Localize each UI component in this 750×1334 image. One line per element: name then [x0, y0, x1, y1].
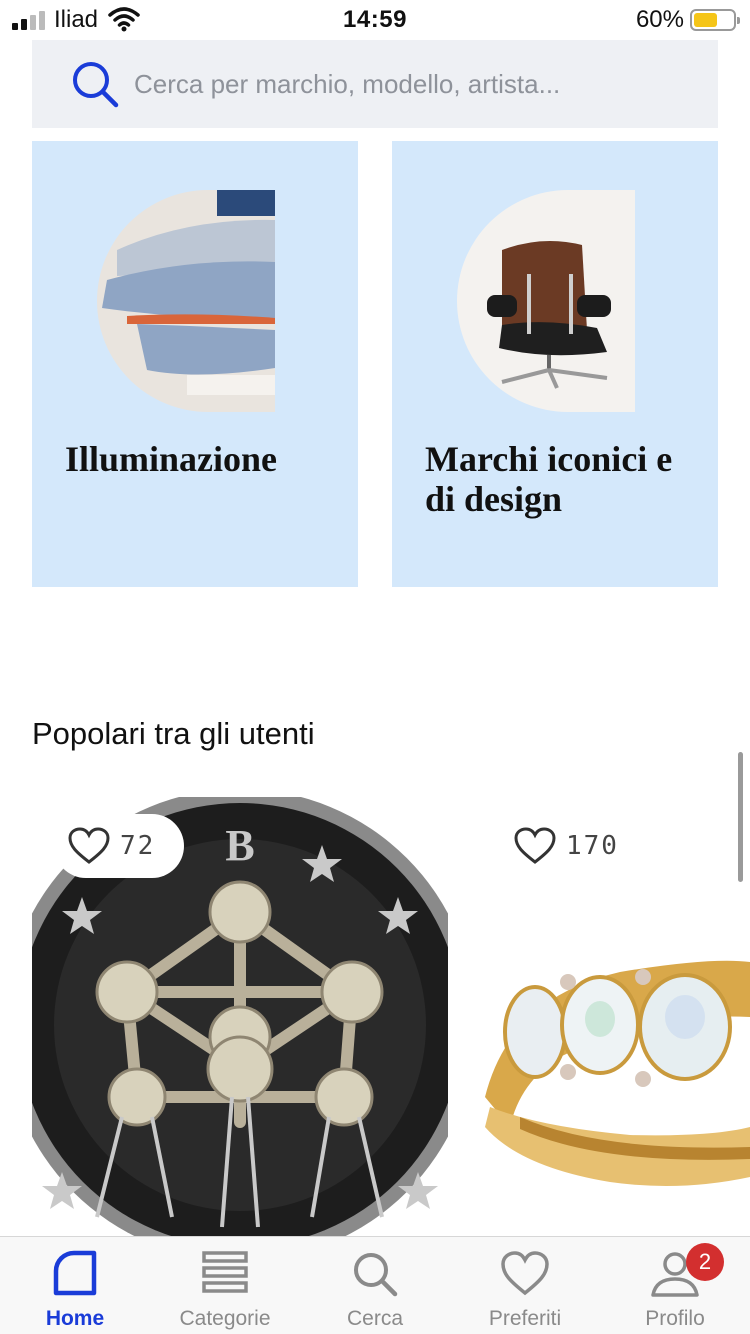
- like-button[interactable]: 72: [54, 814, 184, 878]
- status-bar: Iliad 14:59 60%: [0, 0, 750, 40]
- battery-percentage: 60%: [635, 6, 684, 33]
- category-title: Illuminazione: [65, 439, 278, 479]
- category-card-marchi-iconici[interactable]: Marchi iconici e di design: [392, 141, 718, 587]
- like-count: 72: [120, 831, 156, 861]
- scroll-indicator[interactable]: [738, 752, 743, 882]
- search-input[interactable]: Cerca per marchio, modello, artista...: [134, 69, 560, 100]
- search-icon: [354, 1253, 398, 1297]
- heart-icon: [501, 1251, 549, 1296]
- tab-label: Home: [45, 1307, 105, 1330]
- tab-home[interactable]: Home: [0, 1237, 150, 1334]
- tab-label: Profilo: [645, 1307, 705, 1330]
- svg-text:B: B: [225, 821, 254, 870]
- category-card-illuminazione[interactable]: Illuminazione: [32, 141, 358, 587]
- heart-icon: [514, 827, 556, 864]
- like-button[interactable]: 170: [502, 814, 642, 878]
- tab-label: Preferiti: [488, 1307, 562, 1330]
- tab-bar: Home Categorie Cerca Preferiti Profilo 2: [0, 1236, 750, 1334]
- home-icon: [53, 1250, 97, 1296]
- battery-icon: [690, 9, 740, 31]
- lounge-chair-image: [457, 190, 635, 412]
- tab-cerca[interactable]: Cerca: [300, 1237, 450, 1334]
- search-icon: [73, 62, 119, 108]
- battery-level: [694, 13, 717, 27]
- tab-profilo[interactable]: Profilo 2: [600, 1237, 750, 1334]
- categories-icon: [202, 1251, 248, 1293]
- tab-categorie[interactable]: Categorie: [150, 1237, 300, 1334]
- tab-label: Cerca: [346, 1307, 404, 1330]
- tab-preferiti[interactable]: Preferiti: [450, 1237, 600, 1334]
- product-card-ring[interactable]: 170: [480, 797, 750, 1237]
- notification-badge: 2: [686, 1243, 724, 1281]
- category-title: Marchi iconici e di design: [425, 439, 673, 519]
- search-bar[interactable]: Cerca per marchio, modello, artista...: [32, 40, 718, 128]
- product-card-coin[interactable]: B 72: [32, 797, 448, 1237]
- tab-label: Categorie: [179, 1307, 271, 1330]
- like-count: 170: [566, 831, 619, 861]
- section-title: Popolari tra gli utenti: [32, 716, 315, 751]
- heart-icon: [68, 827, 110, 864]
- pendant-lamp-image: [97, 190, 275, 412]
